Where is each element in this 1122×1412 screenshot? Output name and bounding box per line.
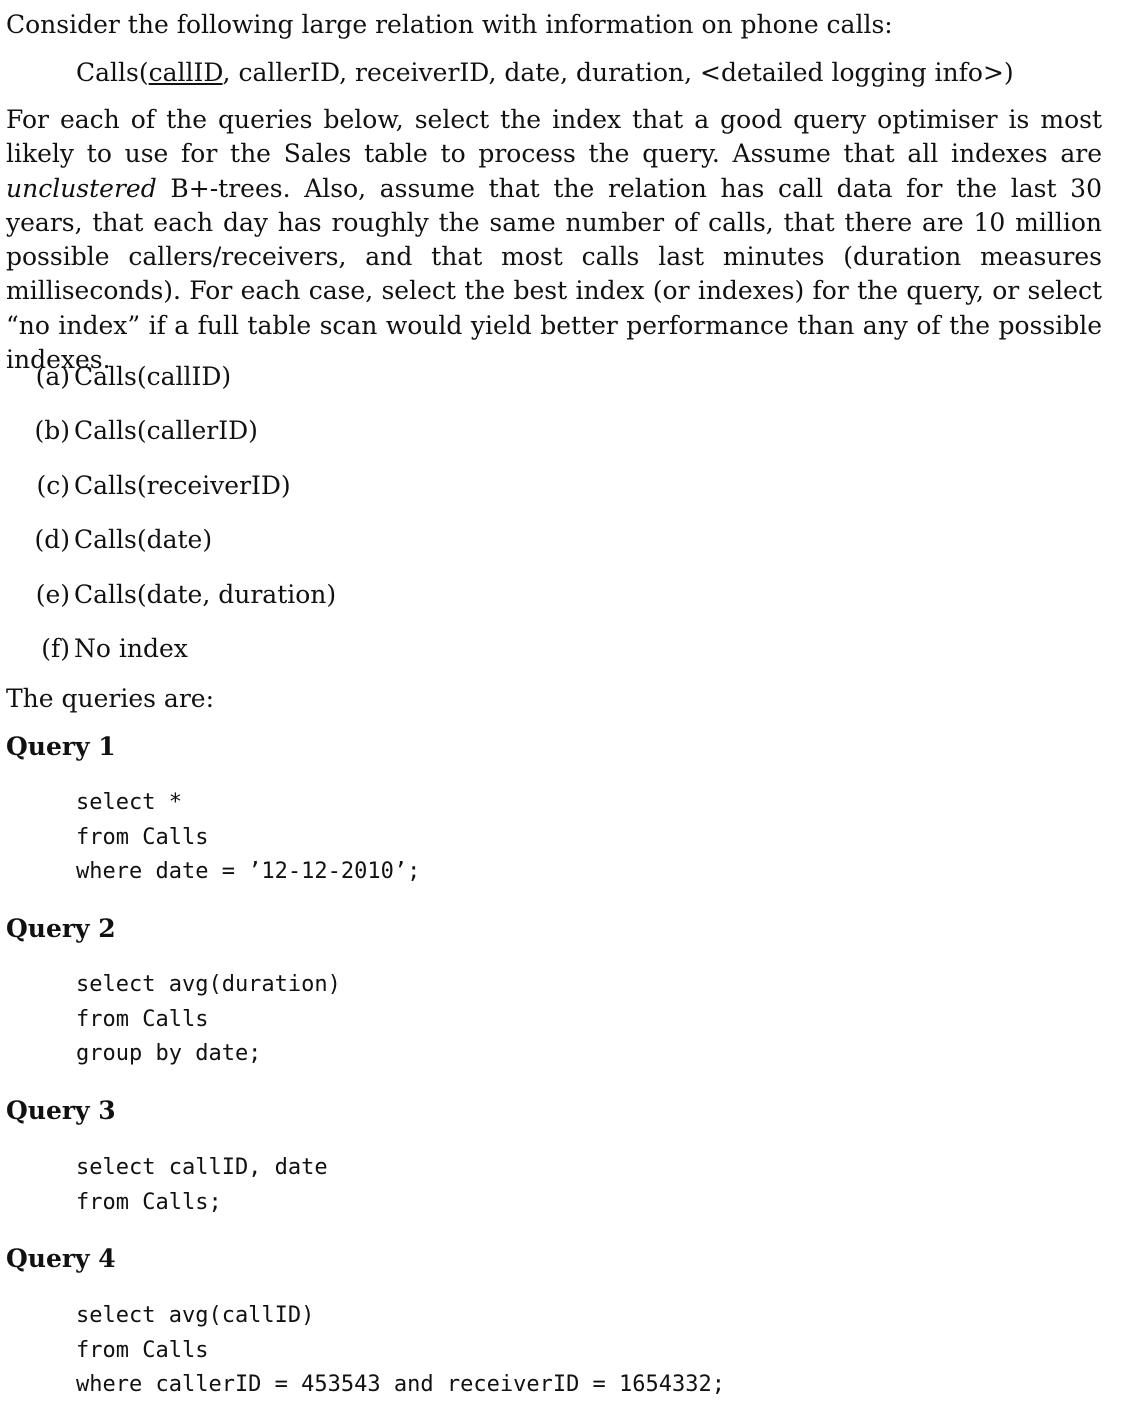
schema-prefix: Calls( xyxy=(76,58,149,87)
index-options-list: (a) Calls(callID) (b) Calls(callerID) (c) C… xyxy=(6,360,336,686)
query-2-title: Query 2 xyxy=(6,914,116,943)
instructions-paragraph: For each of the queries below, select th… xyxy=(6,103,1102,377)
instructions-part1: For each of the queries below, select th… xyxy=(6,105,1102,169)
index-option: (a) Calls(callID) xyxy=(6,360,336,414)
query-1-code: select * from Calls where date = ’12-12-… xyxy=(76,790,421,884)
option-text: No index xyxy=(74,633,188,663)
query-1-title: Query 1 xyxy=(6,732,116,761)
schema-attributes: , callerID, receiverID, date, duration, … xyxy=(222,58,1014,87)
option-text: Calls(date) xyxy=(74,525,213,555)
option-text: Calls(date, duration) xyxy=(74,579,337,609)
query-4-title: Query 4 xyxy=(6,1244,116,1273)
index-option: (e) Calls(date, duration) xyxy=(6,578,336,632)
option-letter: (a) xyxy=(35,362,70,391)
option-letter: (f) xyxy=(41,633,70,663)
option-letter: (d) xyxy=(34,525,70,555)
index-option: (f) No index xyxy=(6,632,336,686)
index-option: (c) Calls(receiverID) xyxy=(6,469,336,523)
intro-text: Consider the following large relation wi… xyxy=(6,10,893,39)
schema-primary-key: callID xyxy=(148,58,223,87)
index-option: (d) Calls(date) xyxy=(6,523,336,577)
option-letter: (c) xyxy=(36,470,70,500)
instructions-emphasis: unclustered xyxy=(6,173,157,203)
option-text: Calls(callerID) xyxy=(74,416,258,446)
option-letter: (e) xyxy=(35,579,70,609)
query-3-title: Query 3 xyxy=(6,1096,116,1125)
option-letter: (b) xyxy=(34,416,70,446)
option-text: Calls(callID) xyxy=(74,362,232,391)
instructions-part2: B+-trees. Also, assume that the relation… xyxy=(6,173,1102,375)
queries-intro: The queries are: xyxy=(6,684,215,713)
query-2-code: select avg(duration) from Calls group by… xyxy=(76,972,341,1066)
index-option: (b) Calls(callerID) xyxy=(6,414,336,468)
option-text: Calls(receiverID) xyxy=(74,470,291,500)
query-4-code: select avg(callID) from Calls where call… xyxy=(76,1303,726,1397)
relation-schema: Calls(callID, callerID, receiverID, date… xyxy=(76,56,1014,90)
query-3-code: select callID, date from Calls; xyxy=(76,1155,328,1215)
